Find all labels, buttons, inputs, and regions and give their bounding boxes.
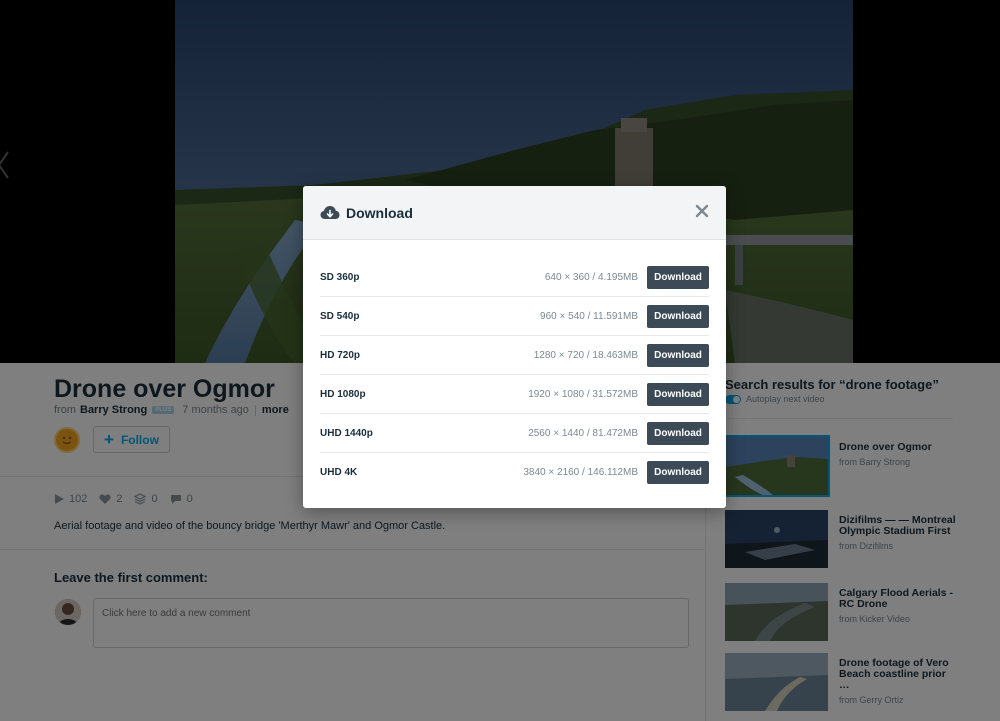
download-button-360p[interactable]: Download xyxy=(647,265,709,289)
download-button-1080p[interactable]: Download xyxy=(647,382,709,406)
cloud-download-icon xyxy=(320,205,340,219)
download-option-row: HD 720p 1280 × 720 / 18.463MB Download xyxy=(320,336,709,375)
download-option-row: SD 360p 640 × 360 / 4.195MB Download xyxy=(320,258,709,297)
quality-label: SD 540p xyxy=(320,310,360,322)
resolution-size: 3840 × 2160 / 146.112MB xyxy=(523,467,638,478)
resolution-size: 960 × 540 / 11.591MB xyxy=(540,310,638,322)
download-button-4k[interactable]: Download xyxy=(647,461,709,484)
download-option-row: SD 540p 960 × 540 / 11.591MB Download xyxy=(320,297,709,336)
resolution-size: 640 × 360 / 4.195MB xyxy=(544,271,638,283)
resolution-size: 2560 × 1440 / 81.472MB xyxy=(528,427,638,439)
dialog-title: Download xyxy=(346,204,413,221)
dialog-header: Download xyxy=(303,186,726,240)
quality-label: SD 360p xyxy=(320,271,360,283)
resolution-size: 1280 × 720 / 18.463MB xyxy=(533,349,638,361)
download-option-row: UHD 4K 3840 × 2160 / 146.112MB Download xyxy=(320,453,709,492)
resolution-size: 1920 × 1080 / 31.572MB xyxy=(528,388,638,400)
quality-label: HD 1080p xyxy=(320,388,366,400)
close-icon[interactable] xyxy=(695,204,709,218)
download-options-list: SD 360p 640 × 360 / 4.195MB Download SD … xyxy=(303,258,726,492)
download-button-540p[interactable]: Download xyxy=(647,304,709,328)
download-button-720p[interactable]: Download xyxy=(647,343,709,367)
download-dialog: Download SD 360p 640 × 360 / 4.195MB Dow… xyxy=(303,186,726,508)
quality-label: UHD 1440p xyxy=(320,427,373,439)
quality-label: UHD 4K xyxy=(320,467,358,478)
download-button-1440p[interactable]: Download xyxy=(647,421,709,445)
download-option-row: UHD 1440p 2560 × 1440 / 81.472MB Downloa… xyxy=(320,414,709,453)
download-option-row: HD 1080p 1920 × 1080 / 31.572MB Download xyxy=(320,375,709,414)
quality-label: HD 720p xyxy=(320,349,361,361)
